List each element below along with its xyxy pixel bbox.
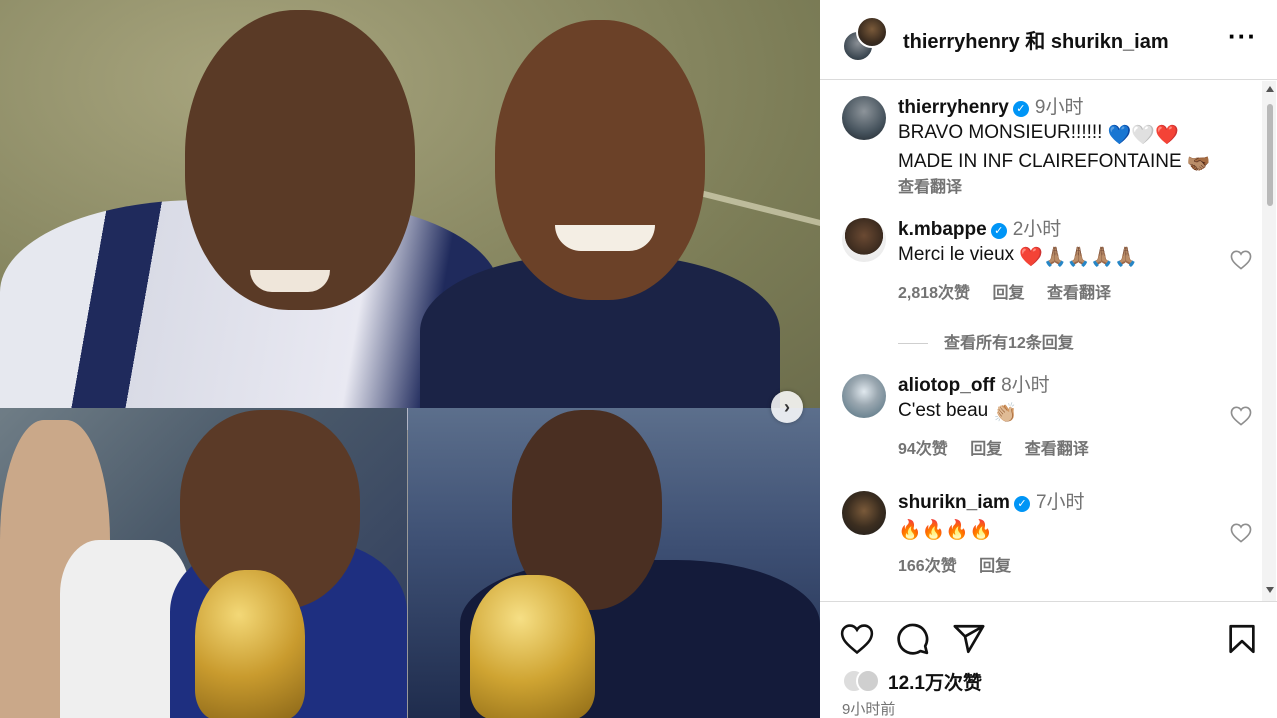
fire-emoji-icon: 🔥🔥🔥🔥: [898, 520, 993, 541]
comment-text: MADE IN INF CLAIREFONTAINE: [898, 151, 1187, 172]
avatar: [856, 669, 880, 693]
avatar[interactable]: [842, 491, 886, 535]
view-replies-label: 查看所有12条回复: [944, 335, 1074, 352]
verified-badge-icon: ✓: [1012, 101, 1029, 117]
comment-text: C'est beau: [898, 400, 994, 421]
see-translation-link[interactable]: 查看翻译: [1047, 285, 1111, 302]
like-heart-icon[interactable]: [840, 622, 874, 656]
comment-text: BRAVO MONSIEUR!!!!!!: [898, 122, 1108, 143]
comment-username[interactable]: shurikn_iam: [898, 492, 1010, 513]
comment-username[interactable]: thierryhenry: [898, 97, 1009, 118]
scrollbar-thumb[interactable]: [1267, 104, 1273, 206]
clap-emoji-icon: 👏🏼: [993, 403, 1018, 424]
like-heart-icon[interactable]: [1230, 250, 1252, 270]
avatar[interactable]: [842, 374, 886, 418]
like-heart-icon[interactable]: [1230, 406, 1252, 426]
like-heart-icon[interactable]: [1230, 523, 1252, 543]
more-horizontal-icon[interactable]: ···: [1228, 22, 1257, 50]
world-cup-trophy-2: [470, 575, 595, 718]
post-panel: thierryhenry 和 shurikn_iam ··· thierryhe…: [820, 0, 1277, 718]
post-like-count[interactable]: 12.1万次赞: [888, 668, 982, 695]
post-actions: 12.1万次赞 9小时前: [820, 601, 1277, 718]
reply-button[interactable]: 回复: [993, 285, 1025, 302]
figure-man-smile: [250, 270, 330, 292]
comment-icon[interactable]: [896, 622, 930, 656]
scroll-down-arrow-icon[interactable]: [1266, 587, 1274, 593]
reply-button[interactable]: 回复: [979, 558, 1011, 575]
scroll-up-arrow-icon[interactable]: [1266, 86, 1274, 92]
likes-summary[interactable]: 12.1万次赞: [842, 668, 982, 694]
post-authors[interactable]: thierryhenry 和 shurikn_iam: [903, 25, 1169, 54]
chevron-right-icon[interactable]: ›: [771, 391, 803, 423]
post-header: thierryhenry 和 shurikn_iam ···: [820, 0, 1277, 80]
comment-username[interactable]: aliotop_off: [898, 375, 995, 396]
see-translation-link[interactable]: 查看翻译: [1025, 441, 1089, 458]
post-timestamp[interactable]: 9小时前: [842, 698, 895, 718]
comment-like-count[interactable]: 166次赞: [898, 558, 957, 575]
bookmark-icon[interactable]: [1225, 622, 1259, 656]
share-paper-plane-icon[interactable]: [952, 622, 986, 656]
see-translation-link[interactable]: 查看翻译: [898, 178, 1228, 198]
photo-divider: [407, 408, 408, 718]
comments-list: thierryhenry ✓ 9小时 BRAVO MONSIEUR!!!!!! 💙🤍…: [820, 81, 1277, 601]
handshake-emoji-icon: 🫱🏽‍🫲🏾: [1186, 154, 1211, 175]
collab-avatars[interactable]: [842, 16, 888, 62]
comment-like-count[interactable]: 2,818次赞: [898, 285, 970, 302]
figure-kid-smile: [555, 225, 655, 251]
comment-time: 2小时: [1012, 219, 1062, 240]
heart-emoji-icon: 💙🤍❤️: [1107, 125, 1179, 146]
world-cup-trophy-1: [195, 570, 305, 718]
comment-time: 7小时: [1035, 492, 1085, 513]
avatar: [856, 16, 888, 48]
avatar[interactable]: [842, 218, 886, 262]
comment-time: 9小时: [1034, 97, 1084, 118]
comment-text: Merci le vieux: [898, 244, 1020, 265]
comment-username[interactable]: k.mbappe: [898, 219, 987, 240]
verified-badge-icon: ✓: [1013, 496, 1030, 512]
post-media[interactable]: ›: [0, 0, 820, 718]
figure-man-head: [185, 10, 415, 310]
view-all-replies-link[interactable]: 查看所有12条回复: [898, 329, 1074, 353]
figure-kid-head: [495, 20, 705, 300]
comment-time: 8小时: [1001, 375, 1050, 396]
verified-badge-icon: ✓: [990, 223, 1007, 239]
avatar[interactable]: [842, 96, 886, 140]
heart-pray-emoji-icon: ❤️🙏🏽🙏🏽🙏🏽🙏🏽: [1019, 247, 1138, 268]
reply-button[interactable]: 回复: [970, 441, 1002, 458]
divider: [898, 343, 928, 345]
comment-like-count[interactable]: 94次赞: [898, 441, 948, 458]
